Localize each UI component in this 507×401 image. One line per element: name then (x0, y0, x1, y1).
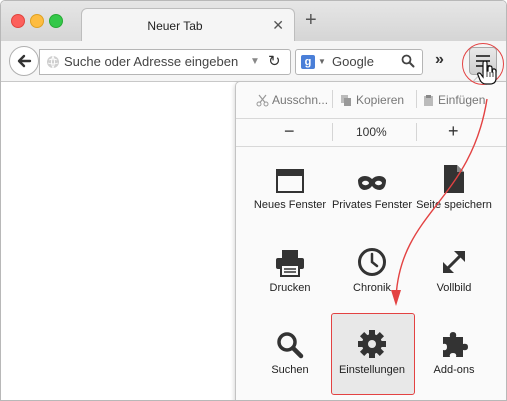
fullscreen-label: Vollbild (436, 282, 472, 294)
cut-label: Ausschn... (272, 93, 329, 107)
navigation-toolbar: ▼ ↻ g ▼ » (1, 41, 506, 82)
tab-new-tab[interactable]: Neuer Tab ✕ (81, 8, 295, 42)
addons-item[interactable]: Add-ons (413, 323, 495, 377)
zoom-controls: − 100% + (236, 118, 506, 147)
divider (332, 90, 333, 108)
edit-controls: Ausschn... Kopieren Einfügen (236, 82, 506, 119)
url-input[interactable] (64, 54, 244, 69)
addons-label: Add-ons (433, 364, 475, 376)
save-page-item[interactable]: Seite speichern (413, 158, 495, 212)
search-icon (277, 332, 304, 359)
print-label: Drucken (269, 282, 311, 294)
zoom-window-button[interactable] (49, 14, 63, 28)
print-item[interactable]: Drucken (249, 241, 331, 295)
search-bar[interactable]: g ▼ (295, 49, 423, 75)
find-item[interactable]: Suchen (249, 323, 331, 377)
divider (416, 123, 417, 141)
tab-title: Neuer Tab (147, 19, 203, 33)
save-page-label: Seite speichern (416, 199, 492, 211)
new-tab-button[interactable]: + (305, 10, 317, 30)
history-item[interactable]: Chronik (331, 241, 413, 295)
settings-item[interactable]: Einstellungen (331, 323, 413, 377)
printer-icon (276, 250, 304, 277)
fullscreen-icon (442, 250, 466, 274)
gear-icon (358, 330, 386, 358)
url-bar[interactable]: ▼ ↻ (39, 49, 291, 75)
find-label: Suchen (271, 364, 309, 376)
back-arrow-icon (17, 54, 32, 68)
new-window-label: Neues Fenster (253, 199, 327, 211)
url-dropdown-icon[interactable]: ▼ (250, 56, 260, 67)
zoom-reset-button[interactable]: 100% (356, 125, 387, 139)
minimize-window-button[interactable] (30, 14, 44, 28)
zoom-in-button[interactable]: + (448, 121, 459, 142)
reload-icon[interactable]: ↻ (268, 52, 281, 70)
private-window-label: Privates Fenster (331, 199, 413, 211)
magnifier-icon[interactable] (401, 54, 415, 71)
copy-button[interactable]: Kopieren (340, 93, 404, 107)
tab-close-icon[interactable]: ✕ (272, 17, 284, 34)
overflow-chevron-icon[interactable]: » (435, 51, 444, 69)
clock-icon (358, 248, 386, 276)
globe-icon (46, 55, 60, 72)
clipboard-icon (424, 94, 433, 106)
back-button[interactable] (9, 46, 39, 76)
private-mask-icon (358, 176, 386, 190)
divider (332, 123, 333, 141)
private-window-item[interactable]: Privates Fenster (331, 158, 413, 212)
new-window-icon (276, 169, 304, 193)
close-window-button[interactable] (11, 14, 25, 28)
search-input[interactable] (332, 54, 392, 69)
new-window-item[interactable]: Neues Fenster (249, 158, 331, 212)
zoom-out-button[interactable]: − (284, 121, 295, 142)
divider (416, 90, 417, 108)
fullscreen-item[interactable]: Vollbild (413, 241, 495, 295)
browser-window: Neuer Tab ✕ + ▼ ↻ g ▼ » (0, 0, 507, 401)
copy-label: Kopieren (356, 93, 405, 107)
tab-strip: Neuer Tab ✕ + (1, 1, 506, 42)
google-engine-icon[interactable]: g (301, 55, 315, 69)
save-page-icon (444, 165, 464, 193)
engine-dropdown-icon[interactable]: ▼ (318, 57, 326, 66)
copy-icon (341, 94, 351, 106)
settings-label: Einstellungen (338, 364, 406, 376)
scissors-icon (256, 94, 269, 106)
history-label: Chronik (353, 282, 391, 294)
puzzle-icon (443, 332, 468, 357)
menu-panel: Ausschn... Kopieren Einfügen − 100% + Ne… (235, 81, 506, 400)
cut-button[interactable]: Ausschn... (256, 93, 328, 107)
hand-cursor-icon (477, 60, 497, 88)
paste-button[interactable]: Einfügen (422, 93, 485, 107)
paste-label: Einfügen (438, 93, 486, 107)
